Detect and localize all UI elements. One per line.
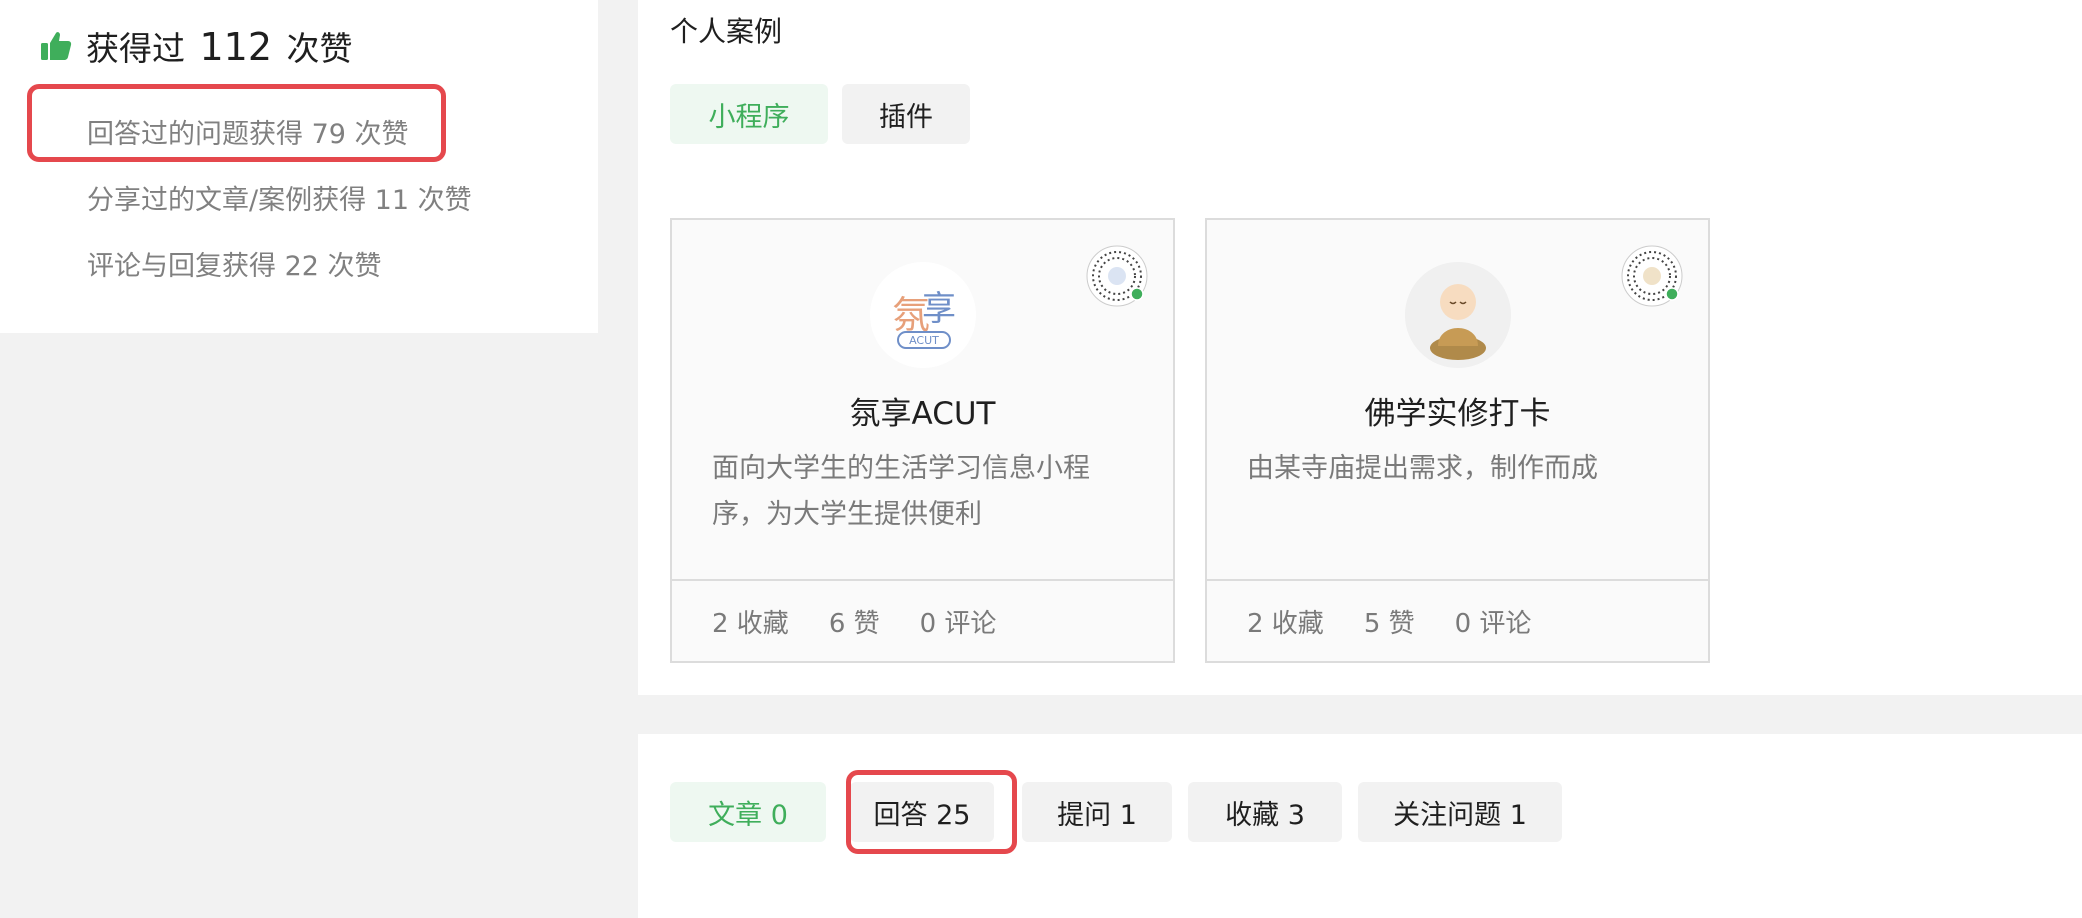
case-card[interactable]: 氛 享 ACUT 氛享ACUT 面向大学生的生活学习信息小程序，为大学生提供便利… (670, 218, 1175, 663)
mini-program-qr-code-icon[interactable] (1620, 244, 1684, 308)
case-name: 佛学实修打卡 (1364, 396, 1551, 432)
tab-followed-questions[interactable]: 关注问题 1 (1358, 782, 1562, 842)
likes-from-articles: 分享过的文章/案例获得 11 次赞 (87, 185, 472, 216)
section-title: 个人案例 (670, 15, 783, 48)
tab-articles[interactable]: 文章 0 (670, 782, 826, 842)
tab-questions[interactable]: 提问 1 (1022, 782, 1172, 842)
case-favorites-count: 2 收藏 (712, 608, 789, 639)
case-name: 氛享ACUT (849, 396, 996, 432)
case-stats: 2 收藏 5 赞 0 评论 (1207, 579, 1708, 661)
personal-cases-panel: 个人案例 小程序 插件 氛 享 ACUT 氛享ACUT 面向大学生的生活学习信息… (638, 0, 2082, 695)
case-description: 面向大学生的生活学习信息小程序，为大学生提供便利 (712, 453, 1090, 530)
case-likes-count: 5 赞 (1363, 608, 1415, 639)
likes-suffix: 次赞 (286, 29, 353, 68)
case-description: 由某寺庙提出需求，制作而成 (1247, 453, 1598, 484)
likes-total-heading: 获得过 112 次赞 (40, 22, 353, 70)
tab-favorites[interactable]: 收藏 3 (1188, 782, 1342, 842)
case-card[interactable]: 佛学实修打卡 由某寺庙提出需求，制作而成 2 收藏 5 赞 0 评论 (1205, 218, 1710, 663)
svg-text:享: 享 (922, 289, 956, 329)
mini-program-qr-code-icon[interactable] (1085, 244, 1149, 308)
thumbs-up-icon (40, 30, 72, 62)
tab-answers[interactable]: 回答 25 (850, 782, 994, 842)
case-comments-count: 0 评论 (919, 608, 997, 639)
case-logo: 氛 享 ACUT (870, 262, 976, 368)
case-likes-count: 6 赞 (828, 608, 880, 639)
filter-mini-program[interactable]: 小程序 (670, 84, 828, 144)
likes-from-answers: 回答过的问题获得 79 次赞 (87, 119, 409, 150)
activity-tabs-panel: 文章 0 回答 25 提问 1 收藏 3 关注问题 1 (638, 734, 2082, 918)
likes-total-count: 112 (199, 25, 273, 69)
filter-plugin[interactable]: 插件 (842, 84, 970, 144)
case-favorites-count: 2 收藏 (1247, 608, 1324, 639)
case-logo (1405, 262, 1511, 368)
svg-text:ACUT: ACUT (909, 334, 939, 347)
case-comments-count: 0 评论 (1454, 608, 1532, 639)
likes-prefix: 获得过 (86, 29, 185, 68)
case-stats: 2 收藏 6 赞 0 评论 (672, 579, 1173, 661)
profile-page: 获得过 112 次赞 回答过的问题获得 79 次赞 分享过的文章/案例获得 11… (0, 0, 2082, 918)
likes-from-comments: 评论与回复获得 22 次赞 (87, 251, 382, 282)
likes-summary-panel: 获得过 112 次赞 回答过的问题获得 79 次赞 分享过的文章/案例获得 11… (0, 0, 598, 333)
